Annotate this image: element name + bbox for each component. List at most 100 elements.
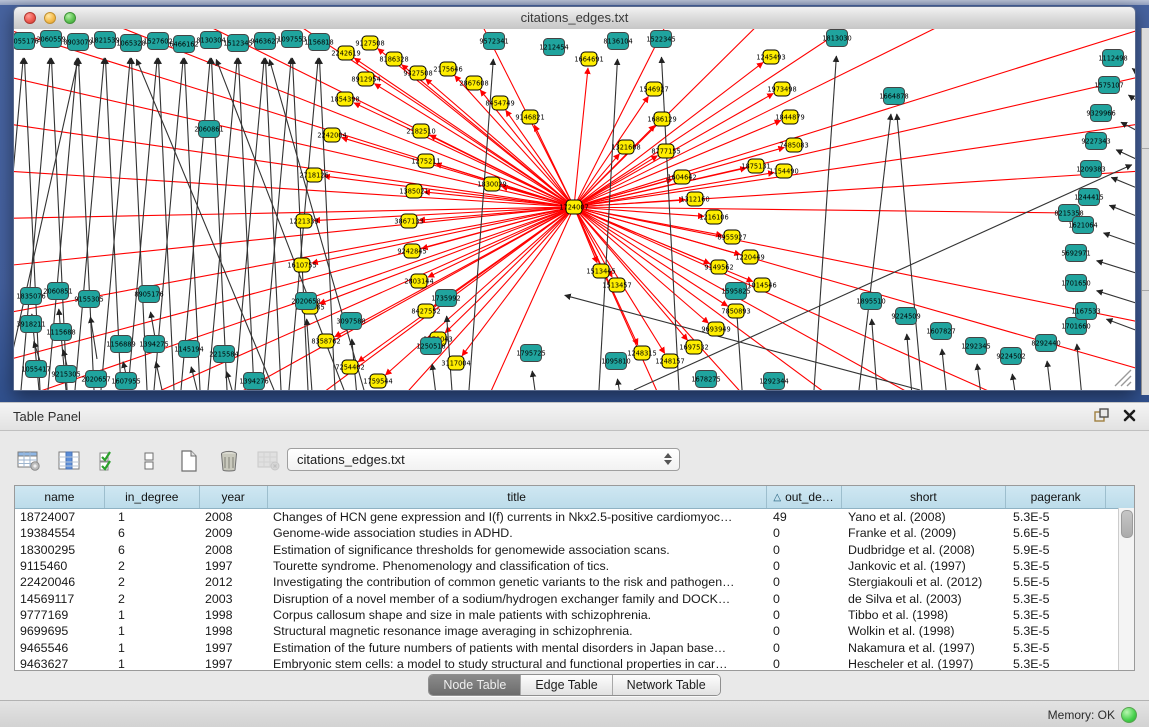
graph-node[interactable]: 1244415 [1074, 189, 1103, 206]
graph-node[interactable]: 3097588 [336, 313, 365, 330]
graph-node[interactable]: 6466162 [169, 36, 198, 53]
row-stack-icon[interactable] [136, 448, 162, 474]
graph-node[interactable]: 1112498 [1098, 50, 1127, 67]
graph-node[interactable]: 2020657 [81, 371, 110, 388]
graph-node[interactable]: 9242845 [397, 244, 426, 258]
tab-network-table[interactable]: Network Table [613, 675, 720, 695]
graph-node[interactable]: 8903079 [63, 34, 92, 51]
table-row[interactable]: 946362711997Embryonic stem cells: a mode… [15, 656, 1134, 671]
table-row[interactable]: 946554611997Estimation of the future num… [15, 639, 1134, 655]
table-row[interactable]: 1456911722003Disruption of a novel membe… [15, 590, 1134, 606]
table-scrollbar[interactable] [1118, 508, 1134, 670]
delete-table-icon[interactable] [216, 448, 242, 474]
graph-node[interactable]: 1312160 [680, 192, 709, 206]
graph-node[interactable]: 9227343 [1081, 133, 1110, 150]
graph-node[interactable]: 1621064 [1068, 217, 1097, 234]
column-header-out_de[interactable]: △out_de… [767, 486, 842, 508]
column-header-name[interactable]: name [15, 486, 105, 508]
graph-node[interactable]: 1245493 [756, 50, 785, 64]
network-canvas[interactable]: 2242619912750881863289327508891295418543… [14, 29, 1135, 390]
graph-node[interactable]: 1321608 [611, 140, 640, 154]
graph-node[interactable]: 1664878 [879, 88, 908, 105]
graph-node[interactable]: 1055417 [21, 361, 50, 378]
graph-node[interactable]: 1394276 [239, 373, 268, 390]
graph-node[interactable]: 9055176 [14, 33, 39, 50]
table-row[interactable]: 1830029562008Estimation of significance … [15, 542, 1134, 558]
table-row[interactable]: 977716911998Corpus callosum shape and si… [15, 607, 1134, 623]
graph-node[interactable]: 2060559 [36, 31, 65, 48]
graph-node[interactable]: 2175646 [433, 62, 462, 76]
graph-node[interactable]: 8905176 [134, 286, 163, 303]
graph-node[interactable]: 2060851 [43, 283, 72, 300]
graph-node[interactable]: 9224502 [996, 348, 1025, 365]
graph-node[interactable]: 1014546 [747, 278, 776, 292]
graph-node[interactable]: 1595825 [721, 283, 750, 300]
graph-node[interactable]: 9693949 [701, 322, 730, 336]
table-selector-dropdown[interactable]: citations_edges.txt [287, 448, 680, 471]
graph-node[interactable]: 9127508 [355, 36, 384, 50]
table-row[interactable]: 969969511998Structural magnetic resonanc… [15, 623, 1134, 639]
graph-node[interactable]: 1701660 [1061, 318, 1090, 335]
graph-node[interactable]: 1835076 [16, 288, 45, 305]
graph-node[interactable]: 1664691 [574, 52, 603, 66]
graph-node[interactable]: 1209383 [1076, 161, 1105, 178]
graph-node[interactable]: 1522345 [646, 31, 675, 48]
graph-node[interactable]: 1735992 [431, 290, 460, 307]
graph-node[interactable]: 1212454 [539, 39, 568, 56]
select-rows-icon[interactable] [96, 448, 122, 474]
graph-node[interactable]: 1678275 [691, 371, 720, 388]
graph-node[interactable]: 8955927 [717, 230, 746, 244]
tab-node-table[interactable]: Node Table [429, 675, 521, 695]
graph-node[interactable]: 1813030 [822, 30, 851, 47]
graph-node[interactable]: 2060861 [194, 121, 223, 138]
graph-node[interactable]: 7254402 [335, 360, 364, 374]
table-row[interactable]: 2242004622012Investigating the contribut… [15, 574, 1134, 590]
graph-node[interactable]: 9155305 [74, 291, 103, 308]
graph-node[interactable]: 5692971 [1061, 245, 1090, 262]
graph-node[interactable]: 2215584 [209, 346, 238, 363]
graph-node[interactable]: 3117004 [441, 356, 470, 370]
graph-node[interactable]: 1527602 [143, 33, 172, 50]
graph-node[interactable]: 1821539 [90, 32, 119, 49]
graph-node[interactable]: 1686129 [647, 112, 676, 126]
graph-node[interactable]: 1156889 [106, 336, 135, 353]
table-row[interactable]: 911546021997Tourette syndrome. Phenomeno… [15, 558, 1134, 574]
graph-node[interactable]: 8292440 [1031, 335, 1060, 352]
graph-node[interactable]: 1065328 [116, 35, 145, 52]
graph-node[interactable]: 1546927 [639, 82, 668, 96]
column-header-in_degree[interactable]: in_degree [105, 486, 200, 508]
graph-node[interactable]: 1607955 [111, 373, 140, 390]
graph-node[interactable]: 9327508 [403, 66, 432, 80]
new-document-icon[interactable] [176, 448, 202, 474]
scrollbar-thumb[interactable] [1121, 510, 1133, 538]
graph-node[interactable]: 1097553 [277, 31, 306, 48]
graph-node[interactable]: 9215305 [51, 366, 80, 383]
graph-node[interactable]: 2242619 [331, 46, 360, 60]
tab-edge-table[interactable]: Edge Table [521, 675, 612, 695]
graph-node[interactable]: 1701650 [1061, 275, 1090, 292]
graph-node[interactable]: 1844879 [775, 110, 804, 124]
graph-node[interactable]: 1145194 [174, 341, 203, 358]
graph-node[interactable]: 7850893 [721, 304, 750, 318]
graph-node[interactable]: 1607827 [926, 323, 955, 340]
graph-node[interactable]: 1292344 [759, 373, 788, 390]
graph-node[interactable]: 1512345 [223, 35, 252, 52]
graph-node[interactable]: 1604642 [667, 170, 696, 184]
graph-node[interactable]: 1250518 [416, 338, 445, 355]
graph-node[interactable]: 9463627 [250, 33, 279, 50]
column-header-year[interactable]: year [200, 486, 268, 508]
graph-node[interactable]: 1216106 [699, 210, 728, 224]
close-panel-icon[interactable] [1122, 408, 1137, 423]
graph-node[interactable]: 1292345 [961, 338, 990, 355]
graph-node[interactable]: 9572341 [479, 33, 508, 50]
column-header-short[interactable]: short [842, 486, 1007, 508]
show-columns-icon[interactable] [56, 448, 82, 474]
graph-node[interactable]: 2020658 [291, 293, 320, 310]
table-row[interactable]: 1938455462009Genome-wide association stu… [15, 525, 1134, 541]
graph-node[interactable]: 1759544 [363, 374, 392, 388]
graph-node[interactable]: 1795725 [516, 345, 545, 362]
graph-node[interactable]: 9224509 [891, 308, 920, 325]
graph-node[interactable]: 1394275 [139, 336, 168, 353]
graph-node[interactable]: 1248157 [655, 354, 684, 368]
graph-node[interactable]: 8130304 [196, 32, 225, 49]
